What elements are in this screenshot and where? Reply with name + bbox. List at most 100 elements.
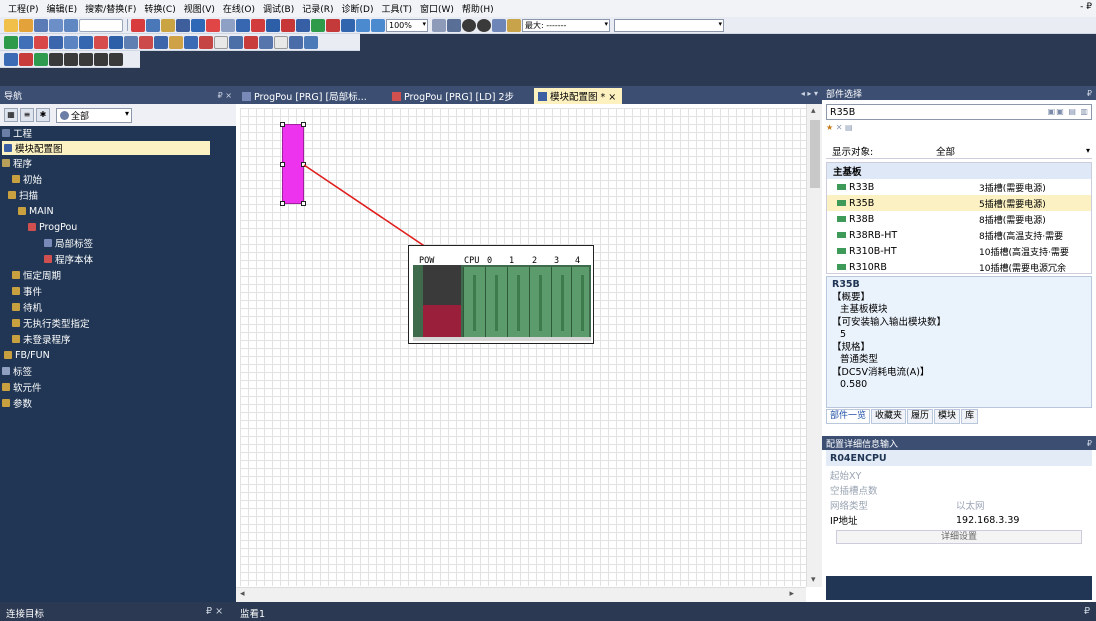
device-search-icon[interactable]	[191, 18, 205, 32]
pane-pin[interactable]: ₽	[1087, 89, 1092, 98]
slot-3[interactable]	[551, 267, 573, 337]
draw-module-icon[interactable]	[34, 52, 48, 66]
list-item-selected[interactable]: R35B 5插槽(需要电源)	[827, 195, 1091, 211]
slot-0[interactable]	[485, 267, 507, 337]
tree-item-program[interactable]: 程序	[2, 156, 32, 170]
paste-icon[interactable]	[161, 18, 175, 32]
menu-recording[interactable]: 记录(R)	[298, 2, 337, 15]
menu-convert[interactable]: 转换(C)	[140, 2, 179, 15]
monitor-start-icon[interactable]	[447, 18, 461, 32]
monitor-icon[interactable]	[492, 18, 506, 32]
pane-pin-close[interactable]: ₽ ×	[218, 91, 232, 100]
slot-2[interactable]	[529, 267, 551, 337]
tree-item-standby[interactable]: 待机	[12, 300, 42, 314]
list-item[interactable]: R33B 3插槽(需要电源)	[827, 179, 1091, 195]
layout-icon[interactable]	[289, 35, 303, 49]
scroll-right-icon[interactable]: ▸	[789, 589, 794, 599]
tree-item-program-body[interactable]: 程序本体	[44, 252, 93, 266]
gear-icon[interactable]: ✱	[36, 108, 50, 122]
draw-text-icon[interactable]	[109, 52, 123, 66]
zoom-in-icon[interactable]	[356, 18, 370, 32]
nav-sort-icon[interactable]: ≡	[20, 108, 34, 122]
ladder-instruction-icon[interactable]	[266, 18, 280, 32]
ladder-coil-icon[interactable]	[251, 18, 265, 32]
menu-find-replace[interactable]: 搜索/替换(F)	[81, 2, 140, 15]
tree-item-labels[interactable]: 标签	[2, 364, 32, 378]
print-icon[interactable]	[49, 18, 63, 32]
find-icon[interactable]	[206, 18, 220, 32]
connection-icon[interactable]	[214, 35, 228, 49]
tab-local-labels[interactable]: ProgPou [PRG] [局部标...	[238, 88, 378, 104]
tree-item-main[interactable]: MAIN	[18, 204, 54, 218]
tab-scroll-controls[interactable]: ◂ ▸ ▾	[801, 89, 818, 98]
save-icon[interactable]	[34, 18, 48, 32]
tab-parts-list[interactable]: 部件一览	[826, 408, 871, 424]
tree-item-local-labels[interactable]: 局部标签	[44, 236, 93, 250]
tree-item-project[interactable]: 工程	[2, 126, 234, 140]
write-plc-icon[interactable]	[311, 18, 325, 32]
stop-icon[interactable]	[477, 18, 491, 32]
list-item[interactable]: R38B 8插槽(需要电源)	[827, 211, 1091, 227]
pane-pin-close[interactable]: ₽ ×	[206, 606, 223, 617]
tree-item-module-config[interactable]: 模块配置图	[2, 141, 210, 155]
window-tile-icon[interactable]	[304, 35, 318, 49]
cut-icon[interactable]	[131, 18, 145, 32]
replace-icon[interactable]	[221, 18, 235, 32]
config-row-ip-address[interactable]: IP地址 192.168.3.39	[826, 513, 1092, 528]
menu-diagnostics[interactable]: 诊断(D)	[338, 2, 378, 15]
canvas-grid[interactable]: POW CPU 0 1 2 3 4	[240, 108, 806, 586]
list-item[interactable]: R310B-HT 10插槽(高温支持·需要	[827, 243, 1091, 259]
vertical-scrollbar[interactable]: ▴ ▾	[806, 104, 822, 587]
scroll-down-icon[interactable]: ▾	[811, 575, 816, 585]
undo-icon[interactable]	[64, 18, 78, 32]
online-change-icon[interactable]	[169, 35, 183, 49]
param-icon[interactable]	[229, 35, 243, 49]
tree-item-fixed-scan[interactable]: 恒定周期	[12, 268, 61, 282]
ladder-input-icon[interactable]	[34, 35, 48, 49]
print-preview-icon[interactable]	[274, 35, 288, 49]
tree-item-event[interactable]: 事件	[12, 284, 42, 298]
horizontal-scrollbar[interactable]: ◂ ▸	[236, 587, 806, 602]
draw-delete-icon[interactable]	[19, 52, 33, 66]
list-item[interactable]: R310RB 10插槽(需要电源冗余	[827, 259, 1091, 273]
delete-icon[interactable]: ✕	[836, 123, 843, 132]
menu-help[interactable]: 帮助(H)	[458, 2, 498, 15]
tab-module-config[interactable]: 模块配置图 * ×	[534, 88, 622, 104]
statement-icon[interactable]	[79, 35, 93, 49]
power-supply-slot[interactable]	[423, 265, 461, 341]
vertical-scroll-thumb[interactable]	[810, 120, 820, 188]
tree-item-no-exec-type[interactable]: 无执行类型指定	[12, 316, 90, 330]
verify-icon[interactable]	[341, 18, 355, 32]
open-project-icon[interactable]	[19, 18, 33, 32]
favorite-star-icon[interactable]: ★	[826, 123, 833, 132]
tree-item-scan[interactable]: 扫描	[8, 188, 38, 202]
menu-edit[interactable]: 编辑(E)	[42, 2, 81, 15]
read-mode-icon[interactable]	[49, 35, 63, 49]
display-target-filter[interactable]: 显示对象: 全部 ▾	[826, 143, 1092, 159]
window-controls[interactable]: - ₽	[1080, 2, 1092, 12]
module-icon[interactable]	[244, 35, 258, 49]
config-row-start-xy[interactable]: 起始XY	[826, 468, 1092, 482]
draw-ellipse-icon[interactable]	[79, 52, 93, 66]
simulation-icon[interactable]	[184, 35, 198, 49]
slot-4[interactable]	[571, 267, 589, 337]
tab-library[interactable]: 库	[961, 408, 979, 424]
tree-item-initial[interactable]: 初始	[12, 172, 42, 186]
draw-line-icon[interactable]	[49, 52, 63, 66]
scroll-left-icon[interactable]: ◂	[240, 589, 245, 599]
watch1-title[interactable]: 监看1	[240, 606, 265, 620]
sim-stop-icon[interactable]	[199, 35, 213, 49]
label-display-icon[interactable]	[124, 35, 138, 49]
build-icon[interactable]	[139, 35, 153, 49]
list-item[interactable]: R38RB-HT 8插槽(高温支持·需要	[827, 227, 1091, 243]
menu-project[interactable]: 工程(P)	[4, 2, 42, 15]
read-plc-icon[interactable]	[326, 18, 340, 32]
tree-item-parameters[interactable]: 参数	[2, 396, 32, 410]
tab-module[interactable]: 模块	[934, 408, 961, 424]
group-main-base[interactable]: 主基板	[827, 163, 1091, 179]
toolbar-search-combo[interactable]: ▾	[614, 18, 724, 32]
base-unit-r35b[interactable]: POW CPU 0 1 2 3 4	[408, 245, 594, 344]
connection-target-title[interactable]: 连接目标	[6, 606, 44, 620]
scroll-up-icon[interactable]: ▴	[811, 106, 816, 116]
config-row-network-type[interactable]: 网络类型 以太网	[826, 498, 1092, 512]
